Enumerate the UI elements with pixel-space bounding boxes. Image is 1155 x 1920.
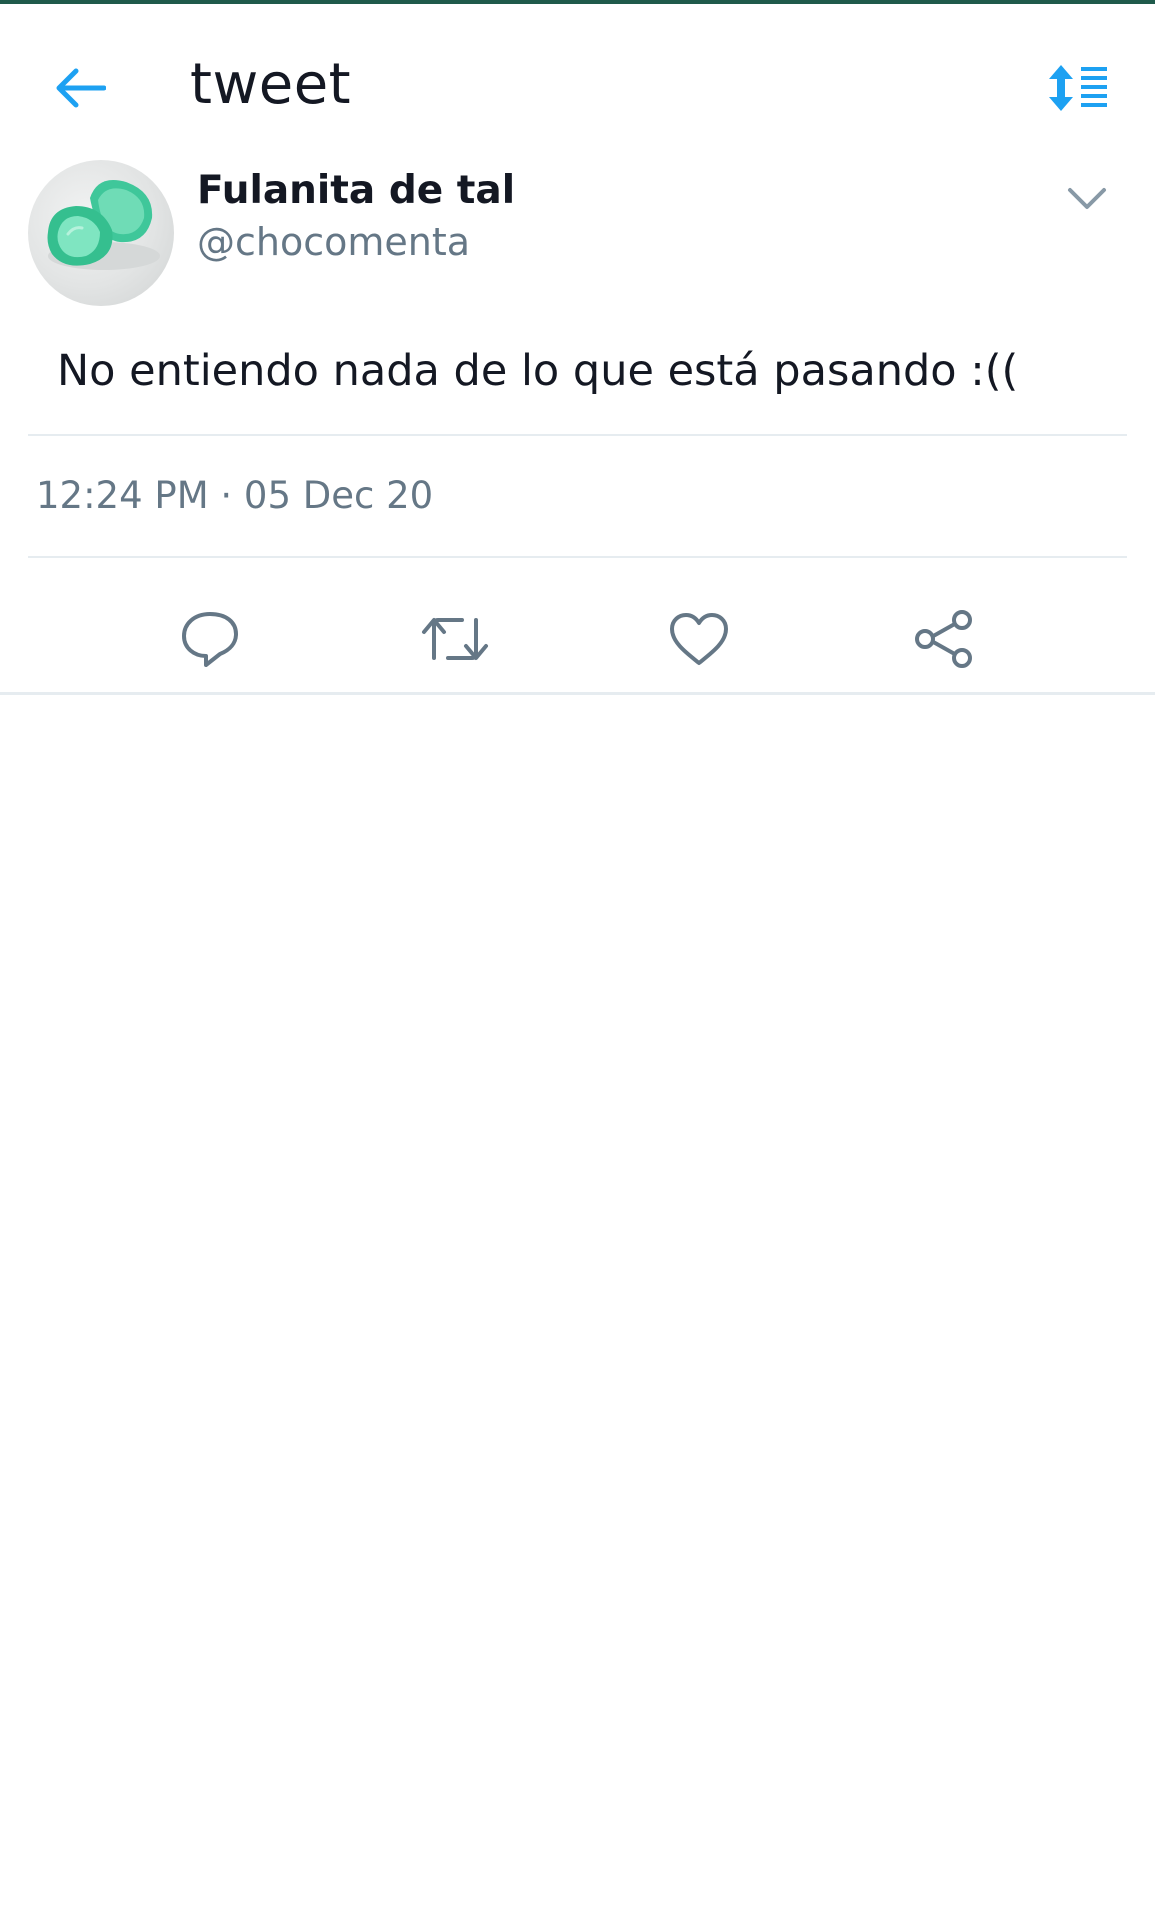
section-divider — [0, 692, 1155, 695]
page-title: tweet — [190, 52, 352, 117]
like-button[interactable] — [659, 584, 739, 694]
display-name[interactable]: Fulanita de tal — [197, 168, 515, 213]
reply-button[interactable] — [170, 584, 250, 694]
retweet-icon — [422, 618, 488, 660]
divider — [28, 556, 1127, 558]
sort-button[interactable] — [1043, 58, 1113, 118]
avatar[interactable] — [28, 160, 174, 306]
chevron-down-icon — [1068, 188, 1106, 209]
mint-lime-candy-avatar — [47, 180, 160, 270]
tweet-actions — [0, 584, 1155, 694]
share-icon — [915, 610, 972, 668]
app-header: tweet — [0, 4, 1155, 154]
tweet-menu-button[interactable] — [1057, 174, 1117, 224]
reply-icon — [182, 612, 238, 667]
arrow-left-icon — [56, 68, 106, 108]
divider — [28, 434, 1127, 436]
back-button[interactable] — [48, 56, 112, 120]
retweet-button[interactable] — [415, 584, 495, 694]
tweet-text: No entiendo nada de lo que está pasando … — [57, 346, 1019, 396]
user-handle[interactable]: @chocomenta — [197, 220, 470, 264]
sort-list-icon — [1049, 65, 1107, 111]
tweet-timestamp: 12:24 PM · 05 Dec 20 — [36, 474, 434, 517]
like-heart-icon — [670, 613, 728, 665]
share-button[interactable] — [904, 584, 984, 694]
